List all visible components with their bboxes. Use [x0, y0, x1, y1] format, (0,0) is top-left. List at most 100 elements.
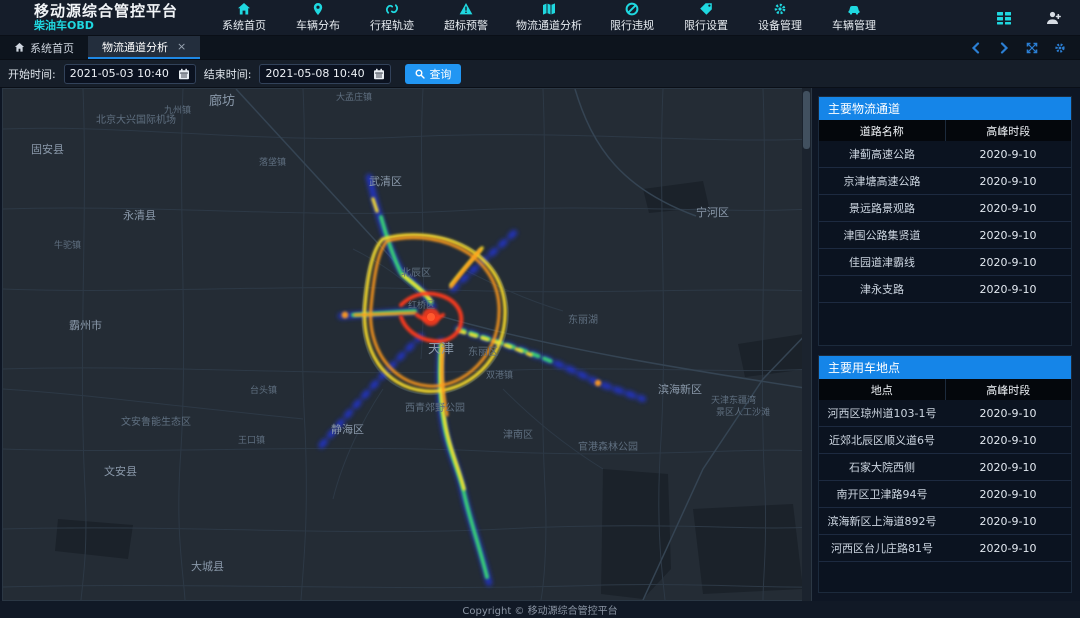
gear-icon [773, 2, 787, 16]
chevron-left-icon[interactable] [970, 42, 982, 54]
nav-item-label: 物流通道分析 [516, 17, 582, 33]
row-peak-cell: 2020-9-10 [945, 168, 1071, 194]
map-place-label: 武清区 [369, 175, 402, 188]
calendar-icon[interactable] [178, 68, 190, 80]
route-icon [385, 2, 399, 16]
nav-item-gear[interactable]: 设备管理 [756, 2, 804, 33]
app-subtitle: 柴油车OBD [34, 20, 178, 32]
tab-close-icon[interactable]: × [177, 40, 186, 53]
row-name-cell: 南开区卫津路94号 [819, 481, 945, 507]
row-name-cell: 石家大院西侧 [819, 454, 945, 480]
tag-icon [699, 2, 713, 16]
map-place-label: 东丽湖 [568, 313, 598, 326]
nav-item-label: 车辆分布 [296, 17, 340, 33]
main-content: 廊坊北京大兴国际机场九州镇大孟庄镇落垡镇固安县武清区永清县牛驼镇宁河区北辰区红桥… [0, 88, 1080, 601]
table-row[interactable]: 京津塘高速公路2020-9-10 [819, 168, 1071, 195]
row-name-cell: 佳园道津霸线 [819, 249, 945, 275]
table-row[interactable]: 南开区卫津路94号2020-9-10 [819, 481, 1071, 508]
row-peak-cell: 2020-9-10 [945, 222, 1071, 248]
row-peak-cell: 2020-9-10 [945, 481, 1071, 507]
chevron-right-icon[interactable] [998, 42, 1010, 54]
column-header: 道路名称 [819, 120, 945, 141]
row-peak-cell: 2020-9-10 [945, 427, 1071, 453]
nav-item-pin[interactable]: 车辆分布 [294, 2, 342, 33]
map-place-label: 廊坊 [209, 93, 235, 109]
nav-item-label: 限行违规 [610, 17, 654, 33]
table-row[interactable]: 河西区琼州道103-1号2020-9-10 [819, 400, 1071, 427]
map-place-label: 霸州市 [69, 318, 102, 332]
query-button[interactable]: 查询 [405, 64, 461, 84]
panel-title: 主要用车地点 [819, 356, 1071, 379]
nav-item-map[interactable]: 物流通道分析 [516, 2, 582, 33]
map-place-label: 九州镇 [164, 104, 191, 116]
column-header: 高峰时段 [945, 379, 1072, 400]
nav-item-label: 限行设置 [684, 17, 728, 33]
fullscreen-icon[interactable] [1026, 42, 1038, 54]
heatmap-map[interactable]: 廊坊北京大兴国际机场九州镇大孟庄镇落垡镇固安县武清区永清县牛驼镇宁河区北辰区红桥… [2, 88, 812, 601]
nav-item-tag[interactable]: 限行设置 [682, 2, 730, 33]
top-header: 移动源综合管控平台 柴油车OBD 系统首页 车辆分布 行程轨迹 超标预警 物流通道分析 限… [0, 0, 1080, 36]
column-header: 地点 [819, 379, 945, 400]
user-add-icon[interactable] [1046, 10, 1062, 26]
table-row[interactable]: 石家大院西侧2020-9-10 [819, 454, 1071, 481]
table-row[interactable]: 佳园道津霸线2020-9-10 [819, 249, 1071, 276]
map-place-label: 永清县 [123, 208, 156, 222]
nav-item-label: 行程轨迹 [370, 17, 414, 33]
settings-gear-icon[interactable] [1054, 42, 1066, 54]
map-place-label: 官港森林公园 [578, 440, 638, 453]
table-row[interactable]: 津蓟高速公路2020-9-10 [819, 141, 1071, 168]
map-place-label: 文安县 [104, 464, 137, 478]
nav-item-label: 设备管理 [758, 17, 802, 33]
scrollbar-thumb[interactable] [803, 91, 810, 149]
map-place-label: 景区人工沙滩 [716, 406, 770, 418]
nav-item-car[interactable]: 车辆管理 [830, 2, 878, 33]
table-row[interactable]: 滨海新区上海道892号2020-9-10 [819, 508, 1071, 535]
search-icon [415, 69, 425, 79]
tab-logistics-analysis[interactable]: 物流通道分析 × [88, 36, 200, 59]
pin-icon [311, 2, 325, 16]
table-row[interactable]: 近郊北辰区顺义道6号2020-9-10 [819, 427, 1071, 454]
main-nav: 系统首页 车辆分布 行程轨迹 超标预警 物流通道分析 限行违规 限行设置 设备管理 车辆管理 [220, 2, 878, 33]
row-peak-cell: 2020-9-10 [945, 276, 1071, 302]
row-name-cell: 津围公路集贤道 [819, 222, 945, 248]
nav-item-ban[interactable]: 限行违规 [608, 2, 656, 33]
vehicle-locations-panel: 主要用车地点地点高峰时段河西区琼州道103-1号2020-9-10近郊北辰区顺义… [818, 355, 1072, 593]
map-icon [542, 2, 556, 16]
brand: 移动源综合管控平台 柴油车OBD [34, 3, 178, 32]
footer: Copyright © 移动源综合管控平台 [0, 601, 1080, 618]
map-place-label: 天津东疆湾 [711, 394, 756, 406]
row-name-cell: 津蓟高速公路 [819, 141, 945, 167]
end-time-value: 2021-05-08 10:40 [265, 67, 364, 80]
row-peak-cell: 2020-9-10 [945, 508, 1071, 534]
tab-system-home[interactable]: 系统首页 [0, 36, 88, 59]
tab-strip: 系统首页 物流通道分析 × [0, 36, 1080, 60]
table-row[interactable]: 景远路景观路2020-9-10 [819, 195, 1071, 222]
nav-item-route[interactable]: 行程轨迹 [368, 2, 416, 33]
calendar-icon[interactable] [373, 68, 385, 80]
row-name-cell: 津永支路 [819, 276, 945, 302]
nav-item-warning[interactable]: 超标预警 [442, 2, 490, 33]
table-header: 道路名称高峰时段 [819, 120, 1071, 141]
end-time-input[interactable]: 2021-05-08 10:40 [259, 64, 391, 84]
row-peak-cell: 2020-9-10 [945, 141, 1071, 167]
nav-item-label: 系统首页 [222, 17, 266, 33]
map-place-label: 大孟庄镇 [336, 91, 372, 103]
row-name-cell: 河西区台儿庄路81号 [819, 535, 945, 561]
nav-item-home[interactable]: 系统首页 [220, 2, 268, 33]
row-name-cell: 近郊北辰区顺义道6号 [819, 427, 945, 453]
map-place-label: 台头镇 [250, 384, 277, 396]
tab-controls [970, 36, 1080, 59]
start-time-input[interactable]: 2021-05-03 10:40 [64, 64, 196, 84]
table-row[interactable]: 津永支路2020-9-10 [819, 276, 1071, 303]
grid-menu-icon[interactable] [996, 10, 1012, 26]
tab-label: 系统首页 [30, 40, 74, 56]
table-row[interactable]: 河西区台儿庄路81号2020-9-10 [819, 535, 1071, 562]
home-icon [237, 2, 251, 16]
car-icon [847, 2, 861, 16]
map-place-label: 固安县 [31, 142, 64, 156]
warning-icon [459, 2, 473, 16]
map-place-label: 天津 [428, 342, 454, 357]
map-scrollbar[interactable] [802, 88, 811, 601]
table-row[interactable]: 津围公路集贤道2020-9-10 [819, 222, 1071, 249]
row-name-cell: 景远路景观路 [819, 195, 945, 221]
